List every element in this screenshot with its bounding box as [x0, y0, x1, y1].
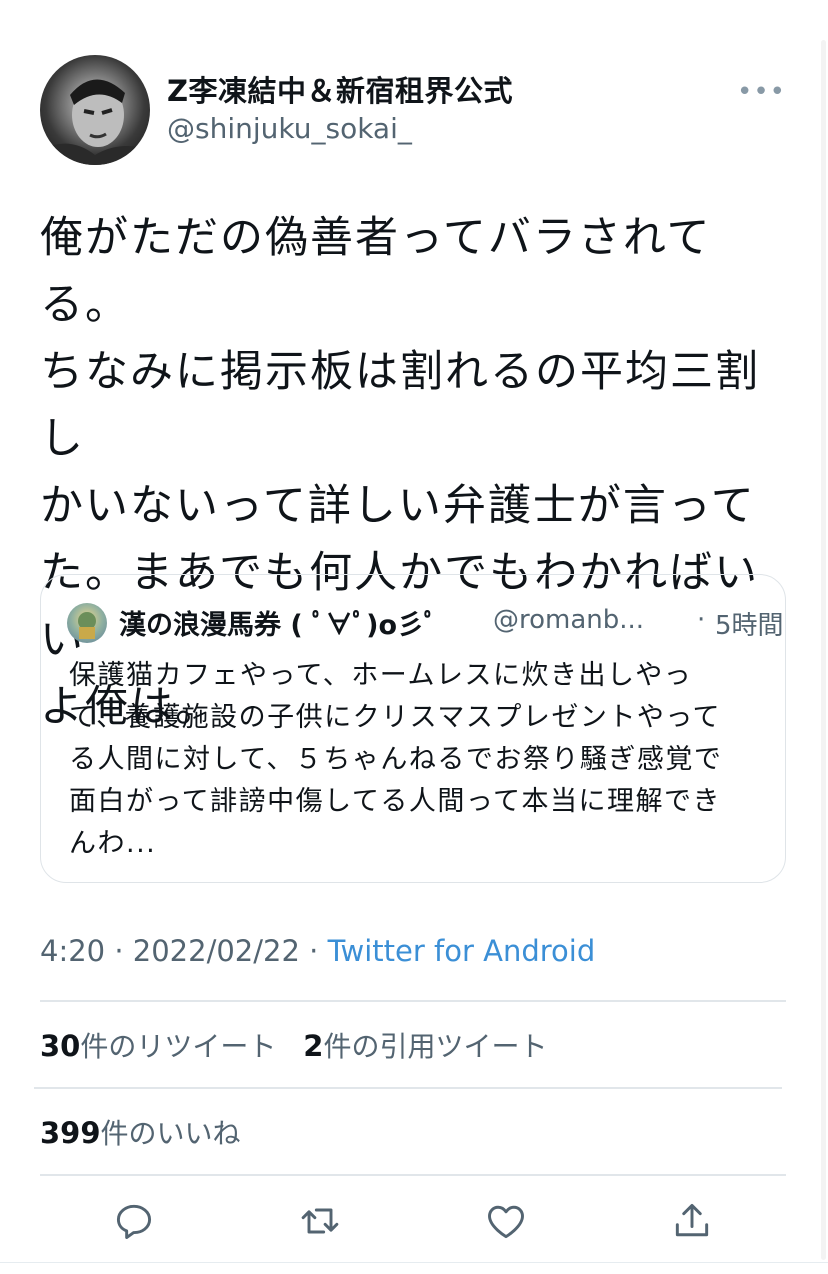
- tweet-date: 2022/02/22: [132, 934, 300, 968]
- quoted-timestamp: 5時間: [715, 611, 784, 641]
- tweet-source-link[interactable]: Twitter for Android: [328, 934, 596, 968]
- retweets-label: 件のリツイート: [80, 1030, 277, 1063]
- quoted-author-handle: @romanb...: [493, 605, 645, 635]
- reply-button[interactable]: [108, 1195, 160, 1247]
- like-button[interactable]: [480, 1195, 532, 1247]
- author-display-name[interactable]: Z李凍結中＆新宿租界公式: [167, 73, 513, 109]
- quoted-tweet-header: 漢の浪漫馬券 ( ﾟ∀ﾟ)o彡ﾟ @romanb... · 5時間: [67, 601, 784, 643]
- share-icon: [675, 1203, 709, 1237]
- share-button[interactable]: [666, 1195, 718, 1247]
- quoted-author-display-name: 漢の浪漫馬券 ( ﾟ∀ﾟ)o彡ﾟ: [119, 610, 438, 641]
- likes-stat[interactable]: 399件のいいね: [40, 1116, 241, 1150]
- tweet-meta: 4:20 · 2022/02/22 · Twitter for Android: [40, 934, 595, 968]
- action-bar: [0, 1195, 828, 1247]
- reply-icon: [116, 1204, 152, 1239]
- retweet-stats-row: 30件のリツイート 2件の引用ツイート: [40, 1025, 565, 1065]
- quoted-tweet[interactable]: 漢の浪漫馬券 ( ﾟ∀ﾟ)o彡ﾟ @romanb... · 5時間 保護猫カフェ…: [40, 574, 786, 883]
- divider: [34, 1087, 782, 1089]
- retweets-stat[interactable]: 30件のリツイート: [40, 1029, 277, 1063]
- quotes-count: 2: [303, 1029, 324, 1063]
- meta-separator: ·: [105, 934, 133, 968]
- divider: [40, 1174, 786, 1176]
- author-handle[interactable]: @shinjuku_sokai_: [167, 111, 513, 147]
- likes-count: 399: [40, 1116, 101, 1150]
- author-names: Z李凍結中＆新宿租界公式 @shinjuku_sokai_: [167, 73, 513, 147]
- likes-stats-row: 399件のいいね: [40, 1112, 259, 1152]
- like-icon: [488, 1205, 524, 1239]
- scrollbar[interactable]: [821, 40, 826, 1260]
- tweet-time: 4:20: [40, 934, 106, 968]
- retweet-icon: [301, 1208, 339, 1234]
- quoted-author-avatar: [67, 603, 107, 643]
- meta-separator: ·: [299, 934, 328, 968]
- quotes-stat[interactable]: 2件の引用ツイート: [303, 1029, 548, 1063]
- retweets-count: 30: [40, 1029, 81, 1063]
- quotes-label: 件の引用ツイート: [323, 1030, 548, 1063]
- divider: [40, 1000, 786, 1002]
- quoted-separator: ·: [697, 605, 706, 635]
- retweet-button[interactable]: [294, 1195, 346, 1247]
- tweet-header: Z李凍結中＆新宿租界公式 @shinjuku_sokai_ •••: [40, 55, 800, 165]
- quoted-tweet-text: 保護猫カフェやって、ホームレスに炊き出しやっ て、養護施設の子供にクリスマスプレ…: [69, 660, 723, 859]
- author-avatar[interactable]: [40, 55, 150, 165]
- likes-label: 件のいいね: [100, 1117, 241, 1150]
- bottom-divider: [0, 1262, 828, 1263]
- more-options-icon[interactable]: •••: [737, 77, 786, 107]
